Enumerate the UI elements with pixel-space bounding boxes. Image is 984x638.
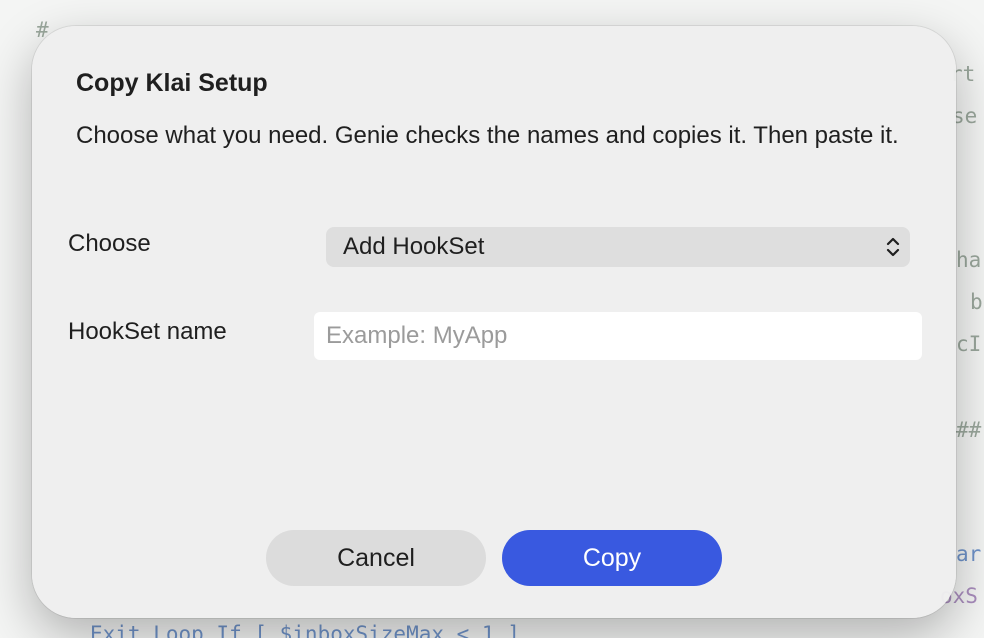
cancel-button[interactable]: Cancel (266, 530, 486, 586)
code-line: ar (956, 542, 982, 566)
choose-select-value: Add HookSet (343, 233, 485, 260)
choose-label: Choose (68, 230, 151, 257)
copy-setup-dialog: Copy Klai Setup Choose what you need. Ge… (32, 26, 956, 618)
choose-select[interactable]: Add HookSet (326, 227, 910, 267)
dialog-title: Copy Klai Setup (76, 69, 268, 97)
chevron-up-down-icon (876, 227, 910, 267)
code-line: b (970, 290, 983, 314)
hookset-name-input[interactable] (314, 312, 922, 360)
hookset-name-label: HookSet name (68, 318, 227, 345)
code-line: ha (956, 248, 982, 272)
dialog-description: Choose what you need. Genie checks the n… (76, 122, 899, 149)
code-line: Exit Loop If [ $inboxSizeMax < 1 ] (90, 622, 520, 638)
code-line: cI (956, 332, 982, 356)
code-line: ## (956, 418, 982, 442)
copy-button[interactable]: Copy (502, 530, 722, 586)
